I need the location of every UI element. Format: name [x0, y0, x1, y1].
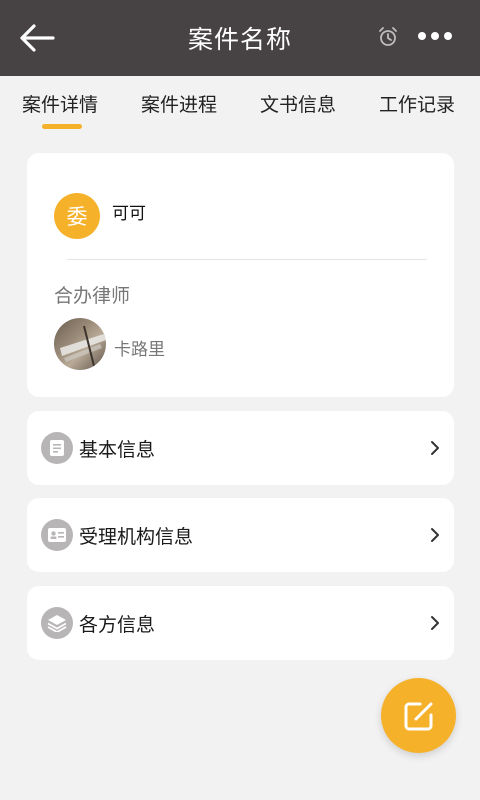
tab-case-progress[interactable]: 案件进程: [141, 90, 217, 117]
co-counsel-name: 卡路里: [114, 340, 165, 360]
edit-fab-button[interactable]: [381, 678, 456, 753]
agency-info-label: 受理机构信息: [79, 526, 194, 548]
arrow-left-icon: [20, 24, 55, 52]
active-tab-indicator: [42, 124, 82, 129]
tab-work-records[interactable]: 工作记录: [379, 90, 455, 117]
alarm-button[interactable]: [376, 25, 400, 49]
basic-info-row[interactable]: 基本信息: [27, 411, 454, 485]
more-button[interactable]: [415, 22, 455, 50]
parties-info-row[interactable]: 各方信息: [27, 586, 454, 660]
parties-info-label: 各方信息: [79, 614, 156, 636]
avatar[interactable]: [54, 318, 106, 370]
chevron-right-icon: [427, 438, 443, 458]
id-card-icon: [41, 519, 73, 551]
co-counsel-label: 合办律师: [54, 285, 131, 307]
edit-icon: [404, 702, 432, 730]
basic-info-label: 基本信息: [79, 439, 156, 461]
tab-documents[interactable]: 文书信息: [260, 90, 336, 117]
more-dots-icon: [418, 32, 452, 40]
client-name: 可可: [112, 204, 146, 224]
alarm-clock-icon: [379, 27, 397, 46]
chevron-right-icon: [427, 613, 443, 633]
client-badge: 委: [54, 193, 100, 239]
chevron-right-icon: [427, 525, 443, 545]
tab-case-details[interactable]: 案件详情: [22, 90, 98, 117]
lawyer-card: 委 可可 合办律师 卡路里: [27, 153, 454, 397]
agency-info-row[interactable]: 受理机构信息: [27, 498, 454, 572]
layers-icon: [41, 607, 73, 639]
back-button[interactable]: [18, 20, 56, 56]
page-title: 案件名称: [187, 25, 292, 54]
top-bar: 案件名称: [0, 0, 480, 76]
document-list-icon: [41, 432, 73, 464]
divider: [67, 259, 427, 260]
